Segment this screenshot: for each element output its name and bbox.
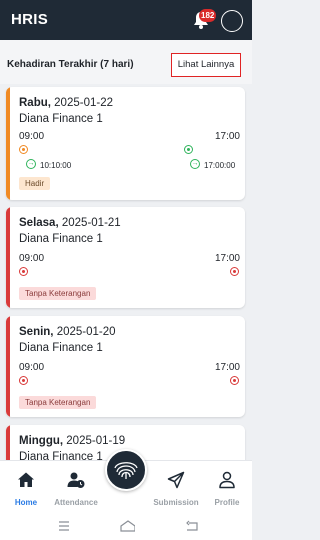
app-title: HRIS (11, 11, 49, 28)
home-system-icon[interactable] (119, 520, 135, 532)
missing-in-icon (19, 376, 28, 385)
clock-in-arrow-icon: → (26, 159, 36, 169)
paper-plane-icon (167, 471, 185, 489)
person-icon (219, 471, 235, 489)
status-stripe (6, 316, 10, 417)
user-clock-icon (67, 472, 85, 488)
see-more-button[interactable]: Lihat Lainnya (171, 53, 241, 77)
nav-home[interactable]: Home (1, 461, 51, 513)
attendance-card[interactable]: Selasa, 2025-01-21 Diana Finance 1 09:00… (6, 207, 245, 308)
attendance-card[interactable]: Rabu, 2025-01-22 Diana Finance 1 09:00 1… (6, 87, 245, 200)
attendance-card[interactable]: Senin, 2025-01-20 Diana Finance 1 09:00 … (6, 316, 245, 417)
recent-apps-icon[interactable] (57, 520, 71, 532)
schedule-out-time: 17:00 (214, 253, 240, 264)
section-title: Kehadiran Terakhir (7 hari) (7, 59, 134, 70)
card-site: Diana Finance 1 (19, 342, 103, 354)
status-badge: Tanpa Keterangan (19, 287, 97, 300)
card-date-value: 2025-01-19 (66, 435, 126, 447)
schedule-out-time: 17:00 (214, 131, 240, 142)
notification-badge: 182 (199, 9, 217, 22)
back-icon[interactable] (185, 520, 199, 532)
nav-profile-label: Profile (214, 498, 240, 507)
clock-out-arrow-icon: → (190, 159, 200, 169)
card-day: Minggu, (19, 435, 64, 447)
nav-submission[interactable]: Submission (151, 461, 201, 513)
card-date-value: 2025-01-22 (54, 97, 113, 109)
status-stripe (6, 87, 10, 200)
status-badge: Hadir (19, 177, 51, 190)
card-site: Diana Finance 1 (19, 113, 103, 125)
card-site: Diana Finance 1 (19, 233, 103, 245)
system-navigation-bar (0, 512, 252, 540)
schedule-in-time: 09:00 (19, 362, 45, 373)
card-date-value: 2025-01-21 (61, 217, 121, 229)
clock-out-time: 17:00:00 (204, 161, 236, 170)
on-time-out-icon (184, 145, 193, 154)
nav-submission-label: Submission (153, 498, 199, 507)
nav-attendance-label: Attendance (54, 498, 98, 507)
status-badge: Tanpa Keterangan (19, 396, 97, 409)
card-date: Rabu, 2025-01-22 (19, 97, 113, 109)
card-date: Selasa, 2025-01-21 (19, 217, 121, 229)
missing-out-icon (230, 376, 239, 385)
avatar[interactable] (221, 10, 243, 32)
card-date: Senin, 2025-01-20 (19, 326, 116, 338)
fingerprint-icon (114, 462, 138, 479)
missing-in-icon (19, 267, 28, 276)
card-date: Minggu, 2025-01-19 (19, 435, 125, 447)
card-day: Selasa, (19, 217, 59, 229)
fingerprint-attendance-button[interactable] (105, 449, 147, 491)
nav-attendance[interactable]: Attendance (51, 461, 101, 513)
card-day: Senin, (19, 326, 54, 338)
missing-out-icon (230, 267, 239, 276)
nav-profile[interactable]: Profile (202, 461, 252, 513)
card-day: Rabu, (19, 97, 51, 109)
status-stripe (6, 207, 10, 308)
late-in-icon (19, 145, 28, 154)
home-icon (18, 472, 34, 487)
clock-in-time: 10:10:00 (40, 161, 72, 170)
card-date-value: 2025-01-20 (56, 326, 116, 338)
schedule-in-time: 09:00 (19, 253, 45, 264)
schedule-out-time: 17:00 (214, 362, 240, 373)
schedule-in-time: 09:00 (19, 131, 45, 142)
nav-home-label: Home (14, 498, 38, 507)
